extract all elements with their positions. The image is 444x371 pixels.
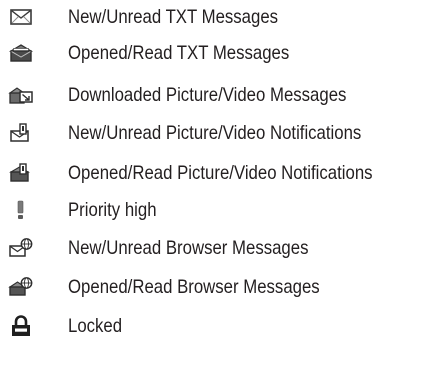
legend-label: Downloaded Picture/Video Messages (68, 84, 347, 106)
legend-label: Opened/Read Browser Messages (68, 276, 320, 298)
opened-read-picture-video-notification-icon (8, 162, 34, 184)
legend-label: New/Unread Browser Messages (68, 237, 309, 259)
legend-item-opened-read-picture-video-notification: Opened/Read Picture/Video Notifications (0, 156, 444, 192)
opened-read-browser-message-icon (8, 276, 34, 298)
new-unread-browser-message-icon (8, 237, 34, 259)
locked-icon (8, 315, 34, 337)
new-unread-txt-message-icon (8, 6, 34, 28)
legend-item-new-unread-browser: New/Unread Browser Messages (0, 231, 444, 267)
opened-read-txt-message-icon (8, 42, 34, 64)
legend-item-new-unread-picture-video-notification: New/Unread Picture/Video Notifications (0, 116, 444, 152)
legend-label: Opened/Read TXT Messages (68, 42, 290, 64)
legend-item-priority-high: Priority high (0, 193, 444, 229)
legend-label: Locked (68, 315, 123, 337)
legend-item-new-unread-txt: New/Unread TXT Messages (0, 0, 444, 36)
legend-item-locked: Locked (0, 309, 444, 345)
legend-item-opened-read-browser: Opened/Read Browser Messages (0, 270, 444, 306)
legend-label: New/Unread Picture/Video Notifications (68, 122, 362, 144)
downloaded-picture-video-message-icon (8, 84, 34, 106)
legend-item-opened-read-txt: Opened/Read TXT Messages (0, 36, 444, 72)
new-unread-picture-video-notification-icon (8, 122, 34, 144)
legend-label: New/Unread TXT Messages (68, 6, 279, 28)
legend-item-downloaded-picture-video: Downloaded Picture/Video Messages (0, 78, 444, 114)
legend-label: Opened/Read Picture/Video Notifications (68, 162, 373, 184)
legend-label: Priority high (68, 199, 157, 221)
priority-high-icon (8, 199, 34, 221)
